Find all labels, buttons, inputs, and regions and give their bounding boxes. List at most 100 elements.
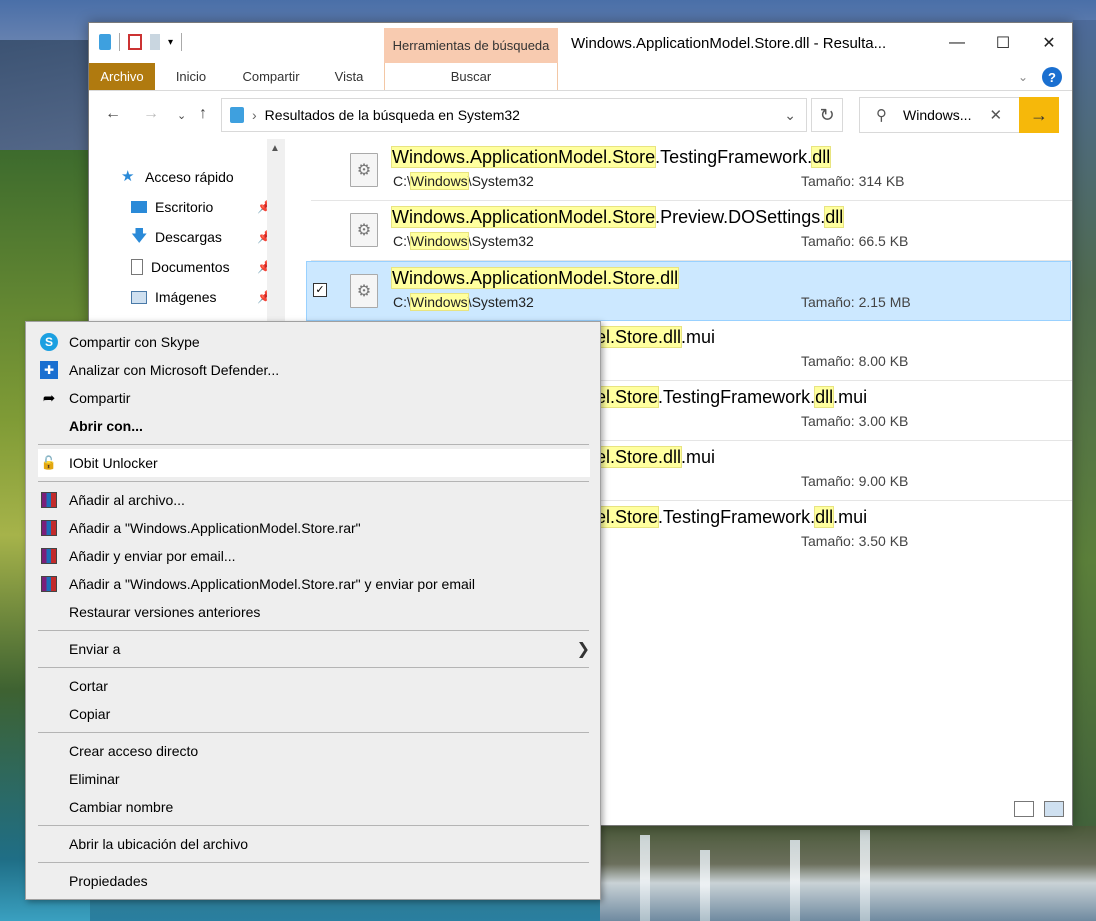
- new-folder-icon[interactable]: [150, 34, 160, 50]
- desktop-waterfall-area: [600, 826, 1096, 921]
- highlight-match: Windows: [409, 232, 469, 250]
- path-text: \System32: [467, 173, 534, 189]
- menu-item-cut[interactable]: Cortar: [38, 672, 590, 700]
- tab-archivo[interactable]: Archivo: [89, 63, 155, 90]
- dll-file-icon: ⚙: [350, 213, 378, 247]
- file-path: C:\Windows\System32: [393, 293, 534, 311]
- recent-locations-chevron-icon[interactable]: ⌄: [177, 109, 186, 122]
- waterfall: [790, 840, 800, 921]
- file-name: el.Store.TestingFramework.dll.mui: [594, 506, 868, 528]
- file-name: el.Store.TestingFramework.dll.mui: [594, 386, 868, 408]
- menu-item-send-to[interactable]: Enviar a ❯: [38, 635, 590, 663]
- highlight-match: Windows.ApplicationModel.Store: [390, 206, 657, 228]
- winrar-icon-graphic: [41, 520, 57, 536]
- menu-item-share-skype[interactable]: S Compartir con Skype: [38, 328, 590, 356]
- tab-compartir[interactable]: Compartir: [233, 63, 309, 90]
- name-text: .TestingFramework.: [655, 147, 813, 167]
- chevron-down-icon[interactable]: ▾: [168, 37, 173, 48]
- sidebar-item-descargas[interactable]: 🡇 Descargas 📌: [131, 225, 272, 249]
- highlight-match: el.Store.dll: [594, 446, 683, 468]
- desktop-icon: [131, 201, 147, 213]
- menu-item-label: Abrir la ubicación del archivo: [69, 836, 248, 852]
- search-input[interactable]: Windows...: [903, 107, 971, 123]
- selection-checkbox[interactable]: ✓: [313, 283, 327, 297]
- minimize-button[interactable]: —: [934, 23, 980, 63]
- properties-icon[interactable]: [128, 34, 142, 50]
- scroll-up-icon[interactable]: ▲: [270, 143, 280, 154]
- menu-item-copy[interactable]: Copiar: [38, 700, 590, 728]
- menu-item-rename[interactable]: Cambiar nombre: [38, 793, 590, 821]
- search-go-button[interactable]: →: [1019, 97, 1059, 133]
- large-icons-view-icon[interactable]: [1044, 801, 1064, 817]
- details-view-icon[interactable]: [1014, 801, 1034, 817]
- highlight-match: el.Store: [594, 506, 660, 528]
- tab-inicio[interactable]: Inicio: [165, 63, 217, 90]
- file-size: Tamaño: 66.5 KB: [801, 233, 909, 249]
- winrar-icon: [40, 547, 58, 565]
- menu-item-delete[interactable]: Eliminar: [38, 765, 590, 793]
- clear-search-icon[interactable]: ✕: [989, 106, 1002, 124]
- sidebar-item-label: Documentos: [151, 259, 230, 275]
- up-arrow-icon[interactable]: ↑: [199, 105, 207, 123]
- star-icon: ★: [121, 168, 135, 185]
- menu-item-label: Eliminar: [69, 771, 120, 787]
- sidebar-item-escritorio[interactable]: Escritorio 📌: [131, 195, 272, 219]
- help-icon[interactable]: ?: [1042, 67, 1062, 87]
- view-toggle: [1014, 801, 1064, 817]
- menu-item-properties[interactable]: Propiedades: [38, 867, 590, 895]
- result-row-selected[interactable]: ✓ ⚙ Windows.ApplicationModel.Store.dll C…: [306, 261, 1071, 321]
- menu-item-add-rar-email[interactable]: Añadir a "Windows.ApplicationModel.Store…: [38, 570, 590, 598]
- close-button[interactable]: ✕: [1026, 23, 1072, 63]
- expand-ribbon-icon[interactable]: ⌄: [1018, 70, 1028, 84]
- toolbar-separator: [181, 33, 183, 51]
- file-name: Windows.ApplicationModel.Store.dll: [390, 267, 680, 289]
- file-size: Tamaño: 3.50 KB: [801, 533, 909, 549]
- back-arrow-icon[interactable]: ←: [105, 105, 121, 123]
- name-text: .mui: [681, 327, 716, 347]
- maximize-button[interactable]: ☐: [980, 23, 1026, 63]
- breadcrumb-chevron-icon[interactable]: ›: [252, 107, 257, 123]
- file-size: Tamaño: 314 KB: [801, 173, 905, 189]
- menu-item-iobit-unlocker[interactable]: 🔓 IObit Unlocker: [38, 449, 590, 477]
- menu-item-add-rar[interactable]: Añadir a "Windows.ApplicationModel.Store…: [38, 514, 590, 542]
- file-size: Tamaño: 8.00 KB: [801, 353, 909, 369]
- menu-item-open-file-location[interactable]: Abrir la ubicación del archivo: [38, 830, 590, 858]
- refresh-button[interactable]: ↻: [811, 98, 843, 132]
- menu-item-create-shortcut[interactable]: Crear acceso directo: [38, 737, 590, 765]
- menu-item-open-with[interactable]: Abrir con...: [38, 412, 590, 440]
- address-path[interactable]: Resultados de la búsqueda en System32: [265, 107, 520, 123]
- tab-buscar[interactable]: Buscar: [384, 63, 558, 90]
- waterfall: [700, 850, 710, 921]
- menu-item-restore-versions[interactable]: Restaurar versiones anteriores: [38, 598, 590, 626]
- menu-item-label: Copiar: [69, 706, 111, 722]
- menu-item-label: Añadir a "Windows.ApplicationModel.Store…: [69, 520, 361, 536]
- menu-item-label: Propiedades: [69, 873, 148, 889]
- folder-icon[interactable]: [99, 34, 111, 50]
- search-box[interactable]: ⚲ Windows... ✕ →: [859, 97, 1059, 133]
- menu-item-add-email[interactable]: Añadir y enviar por email...: [38, 542, 590, 570]
- sidebar-item-quick-access[interactable]: ★ Acceso rápido: [121, 165, 234, 189]
- menu-item-add-archive[interactable]: Añadir al archivo...: [38, 486, 590, 514]
- submenu-chevron-icon: ❯: [576, 641, 590, 658]
- menu-item-share[interactable]: ➦ Compartir: [38, 384, 590, 412]
- winrar-icon: [40, 491, 58, 509]
- search-tools-tab-header: Herramientas de búsqueda: [384, 28, 558, 63]
- menu-item-defender-scan[interactable]: ✚ Analizar con Microsoft Defender...: [38, 356, 590, 384]
- desktop-right-edge: [1073, 20, 1096, 921]
- unlock-icon: 🔓: [40, 455, 58, 470]
- address-bar[interactable]: › Resultados de la búsqueda en System32 …: [221, 98, 807, 132]
- result-row[interactable]: ⚙ Windows.ApplicationModel.Store.Testing…: [307, 141, 1072, 201]
- navigation-bar: ← → ⌄ ↑ › Resultados de la búsqueda en S…: [89, 95, 1072, 135]
- path-text: \System32: [467, 233, 534, 249]
- search-icon: ⚲: [876, 107, 887, 124]
- name-text: .mui: [833, 507, 868, 527]
- result-row[interactable]: ⚙ Windows.ApplicationModel.Store.Preview…: [307, 201, 1072, 261]
- highlight-match: Windows.ApplicationModel.Store.dll: [390, 267, 680, 289]
- sidebar-item-label: Descargas: [155, 229, 222, 245]
- tab-vista[interactable]: Vista: [325, 63, 373, 90]
- address-dropdown-icon[interactable]: ⌄: [784, 107, 796, 124]
- sidebar-item-documentos[interactable]: Documentos 📌: [131, 255, 272, 279]
- sidebar-item-imagenes[interactable]: Imágenes 📌: [131, 285, 272, 309]
- forward-arrow-icon[interactable]: →: [143, 105, 159, 123]
- name-text: .mui: [833, 387, 868, 407]
